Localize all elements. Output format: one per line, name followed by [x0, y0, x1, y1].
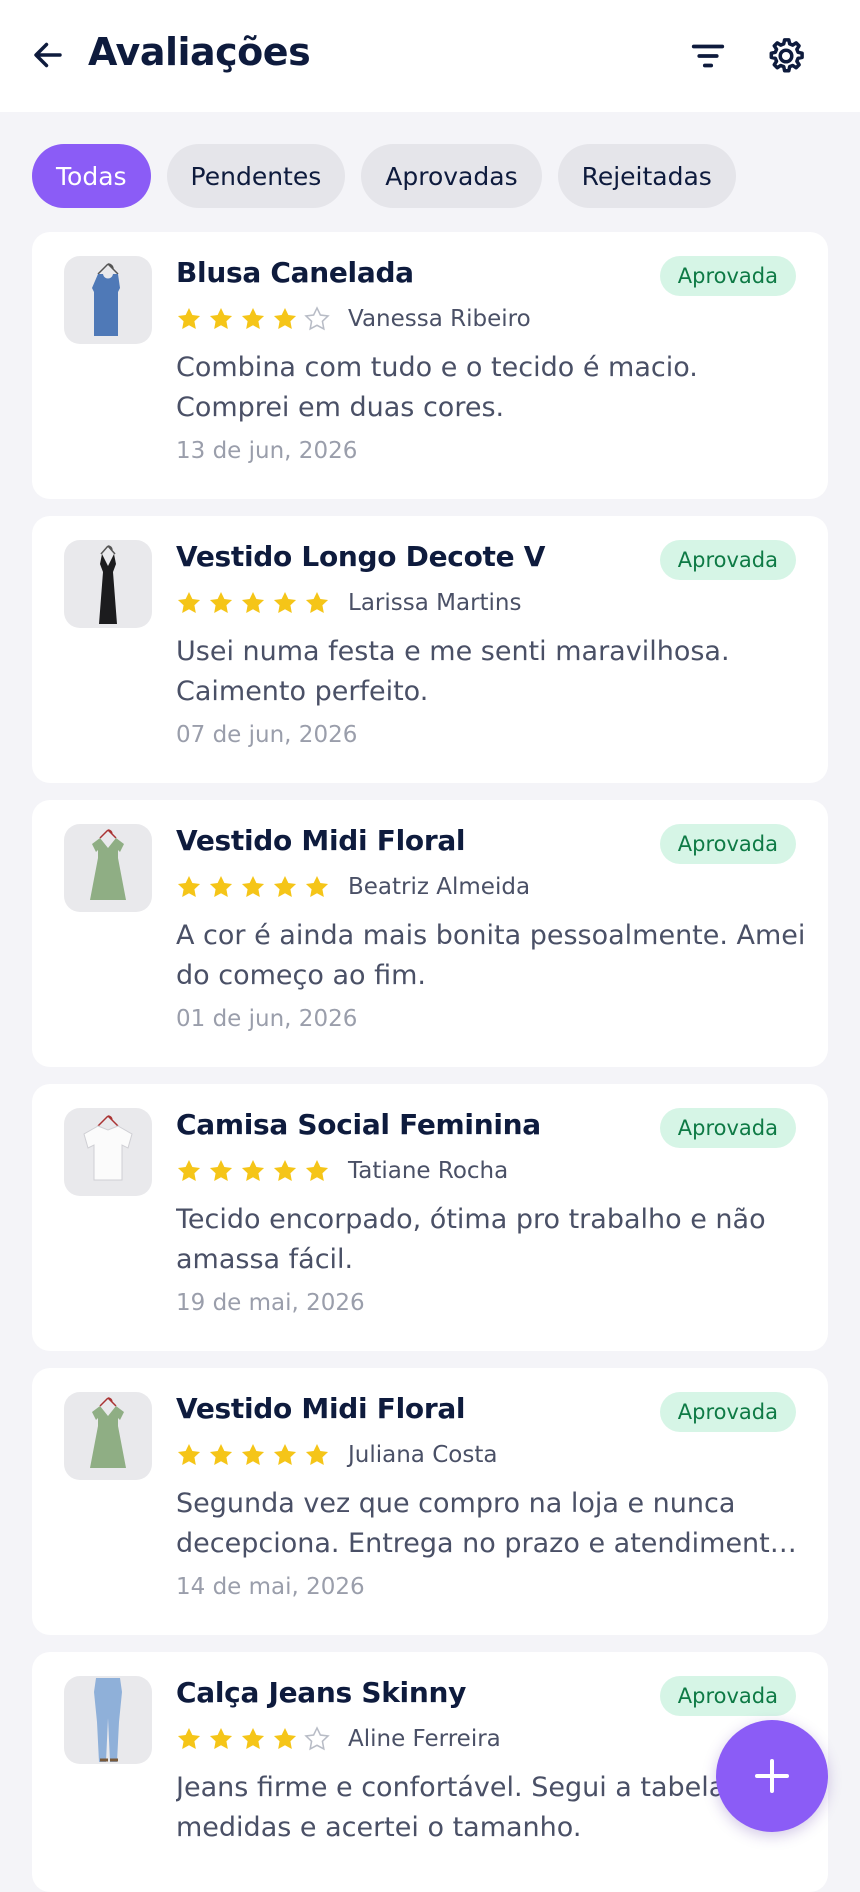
star-icon: [209, 591, 233, 613]
review-text: Tecido encorpado, ótima pro trabalho e n…: [176, 1204, 766, 1275]
chip-aprovadas[interactable]: Aprovadas: [361, 144, 542, 208]
product-name: Blusa Canelada: [176, 256, 414, 289]
star-icon: [273, 875, 297, 897]
status-badge: Aprovada: [659, 1392, 796, 1432]
star-icon: [209, 1159, 233, 1181]
product-thumbnail: [64, 256, 152, 344]
product-thumbnail: [64, 540, 152, 628]
review-card[interactable]: Blusa Canelada Aprovada Vanessa Ribeiro …: [32, 232, 828, 499]
filter-button[interactable]: [687, 35, 729, 77]
review-date: 13 de jun, 2026: [176, 438, 358, 464]
star-icon: [177, 1727, 201, 1749]
star-icon: [273, 1159, 297, 1181]
star-icon: [241, 307, 265, 329]
reviewer-name: Tatiane Rocha: [348, 1158, 509, 1184]
review-card[interactable]: Vestido Midi Floral Aprovada Beatriz Alm…: [32, 800, 828, 1067]
page-title: Avaliações: [88, 30, 311, 74]
status-badge: Aprovada: [659, 540, 796, 580]
star-outline-icon: [304, 1726, 330, 1751]
review-card[interactable]: Vestido Midi Floral Aprovada Juliana Cos…: [32, 1368, 828, 1635]
chip-rejeitadas[interactable]: Rejeitadas: [557, 144, 736, 208]
star-icon: [241, 591, 265, 613]
product-name: Vestido Midi Floral: [176, 1392, 466, 1425]
status-badge: Aprovada: [659, 256, 796, 296]
reviewer-name: Beatriz Almeida: [348, 874, 531, 900]
star-rating: [176, 304, 330, 334]
product-name: Calça Jeans Skinny: [176, 1676, 467, 1709]
star-icon: [177, 875, 201, 897]
product-thumbnail: [64, 1108, 152, 1196]
review-date: 01 de jun, 2026: [176, 1006, 358, 1032]
star-icon: [305, 591, 329, 613]
star-icon: [305, 1159, 329, 1181]
star-icon: [177, 591, 201, 613]
filter-icon: [691, 44, 725, 68]
product-thumbnail: [64, 1392, 152, 1480]
review-date: 14 de mai, 2026: [176, 1574, 365, 1600]
settings-button[interactable]: [764, 34, 808, 78]
star-icon: [305, 1443, 329, 1465]
star-icon: [273, 1727, 297, 1749]
chip-todas[interactable]: Todas: [32, 144, 151, 208]
status-filter-chips: Todas Pendentes Aprovadas Rejeitadas: [32, 144, 736, 208]
star-icon: [273, 307, 297, 329]
review-text: Jeans firme e confortável. Segui a tabel…: [176, 1772, 768, 1843]
star-icon: [273, 1443, 297, 1465]
plus-icon: [755, 1759, 789, 1793]
status-badge: Aprovada: [659, 824, 796, 864]
star-rating: [176, 1156, 330, 1186]
star-icon: [209, 1727, 233, 1749]
status-badge: Aprovada: [659, 1676, 796, 1716]
star-rating: [176, 1440, 330, 1470]
star-icon: [209, 1443, 233, 1465]
star-icon: [177, 1159, 201, 1181]
back-button[interactable]: [28, 35, 68, 75]
star-rating: [176, 1724, 330, 1754]
blue-tank-top-icon: [92, 263, 120, 336]
app-header: Avaliações: [0, 0, 860, 112]
review-card[interactable]: Calça Jeans Skinny Aprovada Aline Ferrei…: [32, 1652, 828, 1892]
star-rating: [176, 588, 330, 618]
review-date: 07 de jun, 2026: [176, 722, 358, 748]
star-icon: [209, 875, 233, 897]
gear-icon: [769, 38, 804, 73]
star-icon: [241, 1443, 265, 1465]
star-icon: [177, 1443, 201, 1465]
add-review-button[interactable]: [716, 1720, 828, 1832]
arrow-left-icon: [34, 42, 62, 68]
review-text: Combina com tudo e o tecido é macio. Com…: [176, 352, 698, 423]
black-long-dress-icon: [99, 545, 117, 624]
reviewer-name: Aline Ferreira: [348, 1726, 501, 1752]
review-card[interactable]: Camisa Social Feminina Aprovada Tatiane …: [32, 1084, 828, 1351]
product-name: Vestido Midi Floral: [176, 824, 466, 857]
star-icon: [241, 1159, 265, 1181]
star-icon: [305, 875, 329, 897]
green-floral-dress-icon: [90, 1397, 126, 1468]
review-text: Usei numa festa e me senti maravilhosa. …: [176, 636, 730, 707]
star-icon: [241, 875, 265, 897]
star-icon: [209, 307, 233, 329]
product-name: Vestido Longo Decote V: [176, 540, 546, 573]
white-shirt-icon: [83, 1115, 133, 1181]
review-date: 19 de mai, 2026: [176, 1290, 365, 1316]
reviewer-name: Vanessa Ribeiro: [348, 306, 531, 332]
star-icon: [177, 307, 201, 329]
chip-pendentes[interactable]: Pendentes: [166, 144, 346, 208]
star-icon: [273, 591, 297, 613]
reviewer-name: Larissa Martins: [348, 590, 522, 616]
reviewer-name: Juliana Costa: [348, 1442, 498, 1468]
product-name: Camisa Social Feminina: [176, 1108, 541, 1141]
star-rating: [176, 872, 330, 902]
green-floral-dress-icon: [90, 829, 126, 900]
blue-jeans-icon: [94, 1678, 122, 1762]
star-outline-icon: [304, 306, 330, 331]
status-badge: Aprovada: [659, 1108, 796, 1148]
product-thumbnail: [64, 824, 152, 912]
review-text: Segunda vez que compro na loja e nunca d…: [176, 1488, 787, 1559]
review-card[interactable]: Vestido Longo Decote V Aprovada Larissa …: [32, 516, 828, 783]
star-icon: [241, 1727, 265, 1749]
product-thumbnail: [64, 1676, 152, 1764]
review-text: A cor é ainda mais bonita pessoalmente. …: [176, 920, 806, 991]
